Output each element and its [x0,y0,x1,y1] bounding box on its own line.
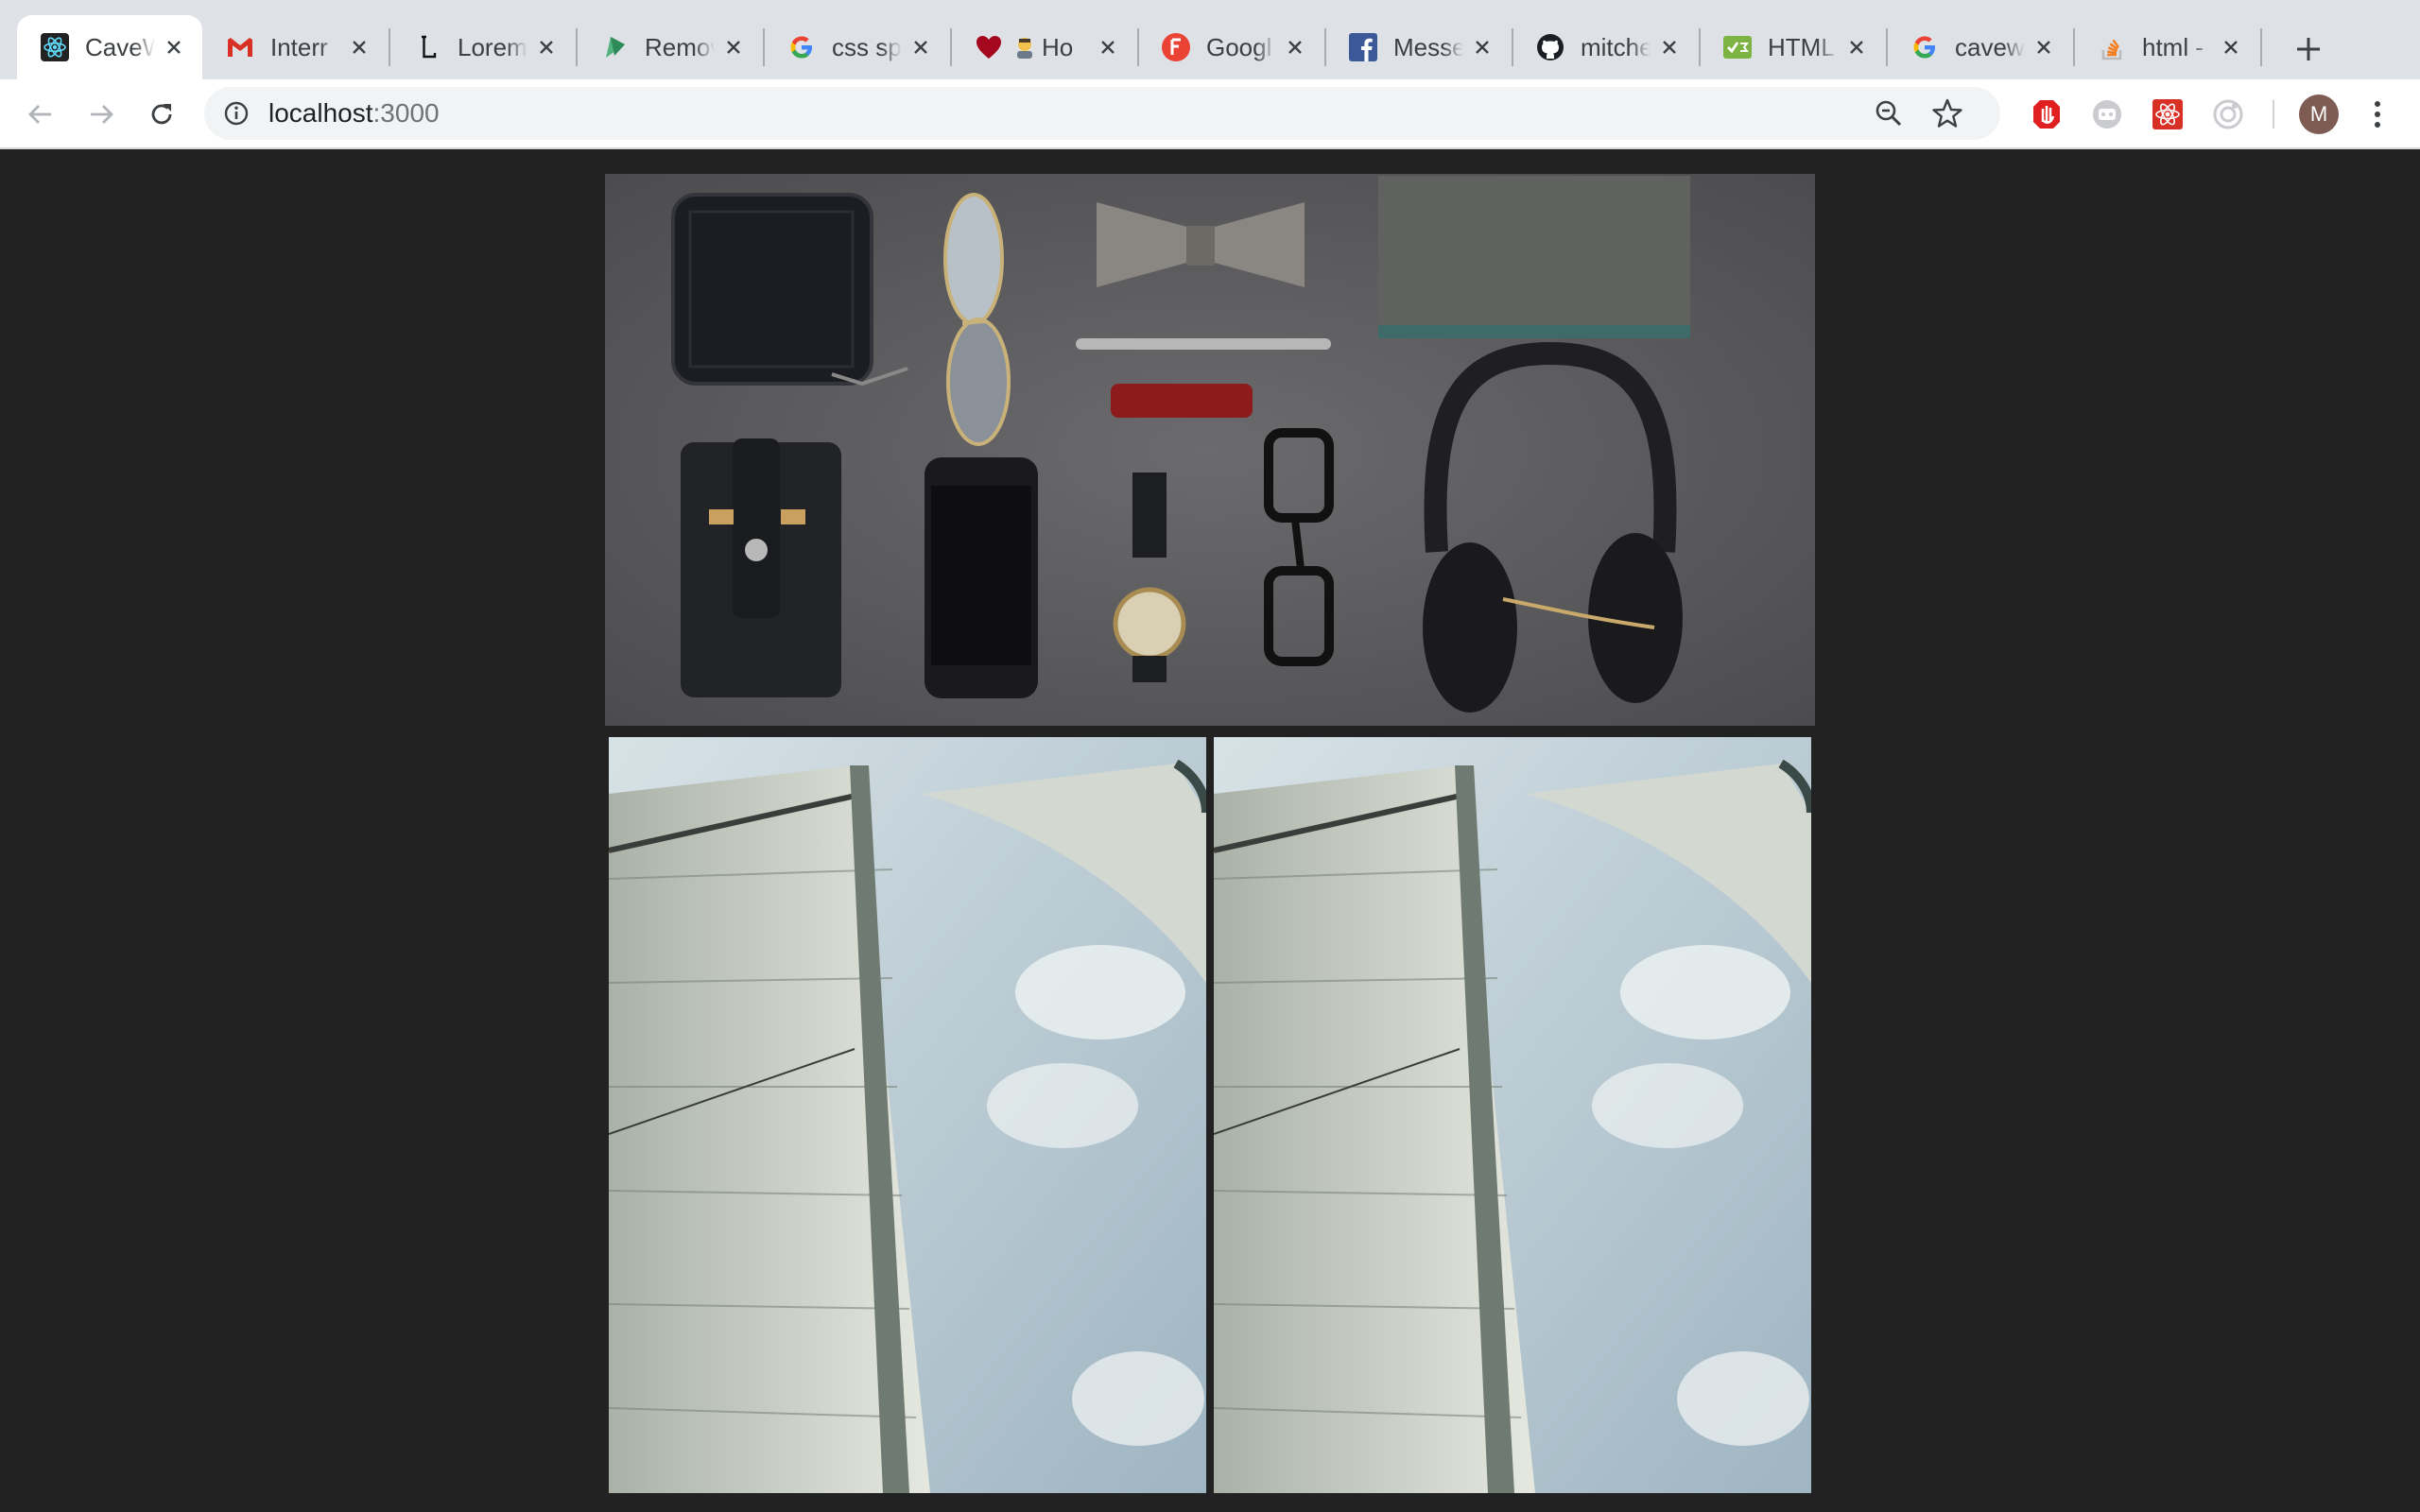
tab-gmail[interactable]: Interr [202,15,388,79]
tab-strip: CaveW Interr Lorem Remov css sp [0,0,2420,79]
tab-lorem[interactable]: Lorem [389,15,575,79]
react-devtools-extension-icon[interactable] [2150,96,2186,132]
close-tab-icon[interactable] [2031,34,2057,60]
chat-extension-icon[interactable] [2089,96,2125,132]
tab-title: css sp [832,32,902,61]
tab-hot[interactable]: Ho [951,15,1136,79]
forward-button[interactable] [78,91,125,138]
profile-avatar[interactable]: M [2299,94,2339,134]
tab-title: Lorem [458,32,527,61]
info-icon[interactable] [221,98,251,129]
heart-icon [974,32,1004,62]
toolbar-divider [2273,100,2274,129]
close-tab-icon[interactable] [908,34,934,60]
tab-remove-bg[interactable]: Remov [577,15,762,79]
lorem-l-icon [412,32,442,62]
tab-html-validator[interactable]: HTML [1700,15,1885,79]
url-text[interactable]: localhost:3000 [268,99,440,128]
flat-lay-accessories-photo [605,174,1815,726]
close-tab-icon[interactable] [2218,34,2244,60]
facebook-icon [1348,32,1378,62]
font-f-icon [1161,32,1191,62]
tab-title: mitche [1581,32,1651,61]
tab-title: Googl [1206,32,1272,61]
tab-messenger[interactable]: Messe [1325,15,1511,79]
zoom-icon[interactable] [1872,96,1906,130]
tab-cavew-search[interactable]: cavew [1887,15,2072,79]
close-tab-icon[interactable] [720,34,747,60]
tab-css-search[interactable]: css sp [764,15,949,79]
tab-stackoverflow[interactable]: html - [2074,15,2259,79]
gmail-icon [225,32,255,62]
google-icon [786,32,817,62]
new-tab-button[interactable] [2282,23,2335,76]
browser-toolbar: localhost:3000 M [0,79,2420,149]
tab-title: Remov [645,32,715,61]
camera-extension-icon[interactable] [2210,96,2246,132]
arrow-left-icon [28,105,51,124]
tab-title: Interr [270,32,328,61]
url-port: :3000 [372,98,440,128]
react-icon [40,32,70,62]
menu-button[interactable] [2354,91,2401,138]
close-tab-icon[interactable] [346,34,372,60]
close-tab-icon[interactable] [1843,34,1870,60]
bookmark-star-icon[interactable] [1930,96,1964,130]
tab-title: cavew [1955,32,2025,61]
close-tab-icon[interactable] [1656,34,1683,60]
back-button[interactable] [17,91,64,138]
sail-photo-row [605,737,1815,1493]
sail-photo-right [1214,737,1811,1493]
reload-icon [151,104,172,125]
person-emoji-icon [1013,32,1036,62]
close-tab-icon[interactable] [161,34,187,60]
tab-separator [2260,28,2262,66]
tab-github[interactable]: mitche [1512,15,1698,79]
plus-icon [2297,38,2320,60]
adblock-extension-icon[interactable] [2029,96,2065,132]
tab-title: html - [2142,32,2204,61]
reload-button[interactable] [138,91,185,138]
page-viewport [0,149,2420,1512]
close-tab-icon[interactable] [1469,34,1495,60]
close-tab-icon[interactable] [533,34,560,60]
tab-title: Ho [1042,32,1074,61]
tab-title: HTML [1768,32,1835,61]
tab-title: Messe [1393,32,1463,61]
google-icon [1910,32,1940,62]
github-icon [1535,32,1565,62]
kebab-menu-icon [2375,101,2380,128]
close-tab-icon[interactable] [1095,34,1121,60]
address-bar[interactable]: localhost:3000 [204,87,2000,140]
stackoverflow-icon [2097,32,2127,62]
close-tab-icon[interactable] [1282,34,1308,60]
html-validator-icon [1722,32,1753,62]
sail-photo-left [609,737,1206,1493]
url-host: localhost [268,98,373,128]
tab-title: CaveW [85,32,155,61]
tab-google-fonts[interactable]: Googl [1138,15,1323,79]
remove-bg-icon [599,32,630,62]
arrow-right-icon [91,105,113,124]
tab-cavew[interactable]: CaveW [17,15,202,79]
